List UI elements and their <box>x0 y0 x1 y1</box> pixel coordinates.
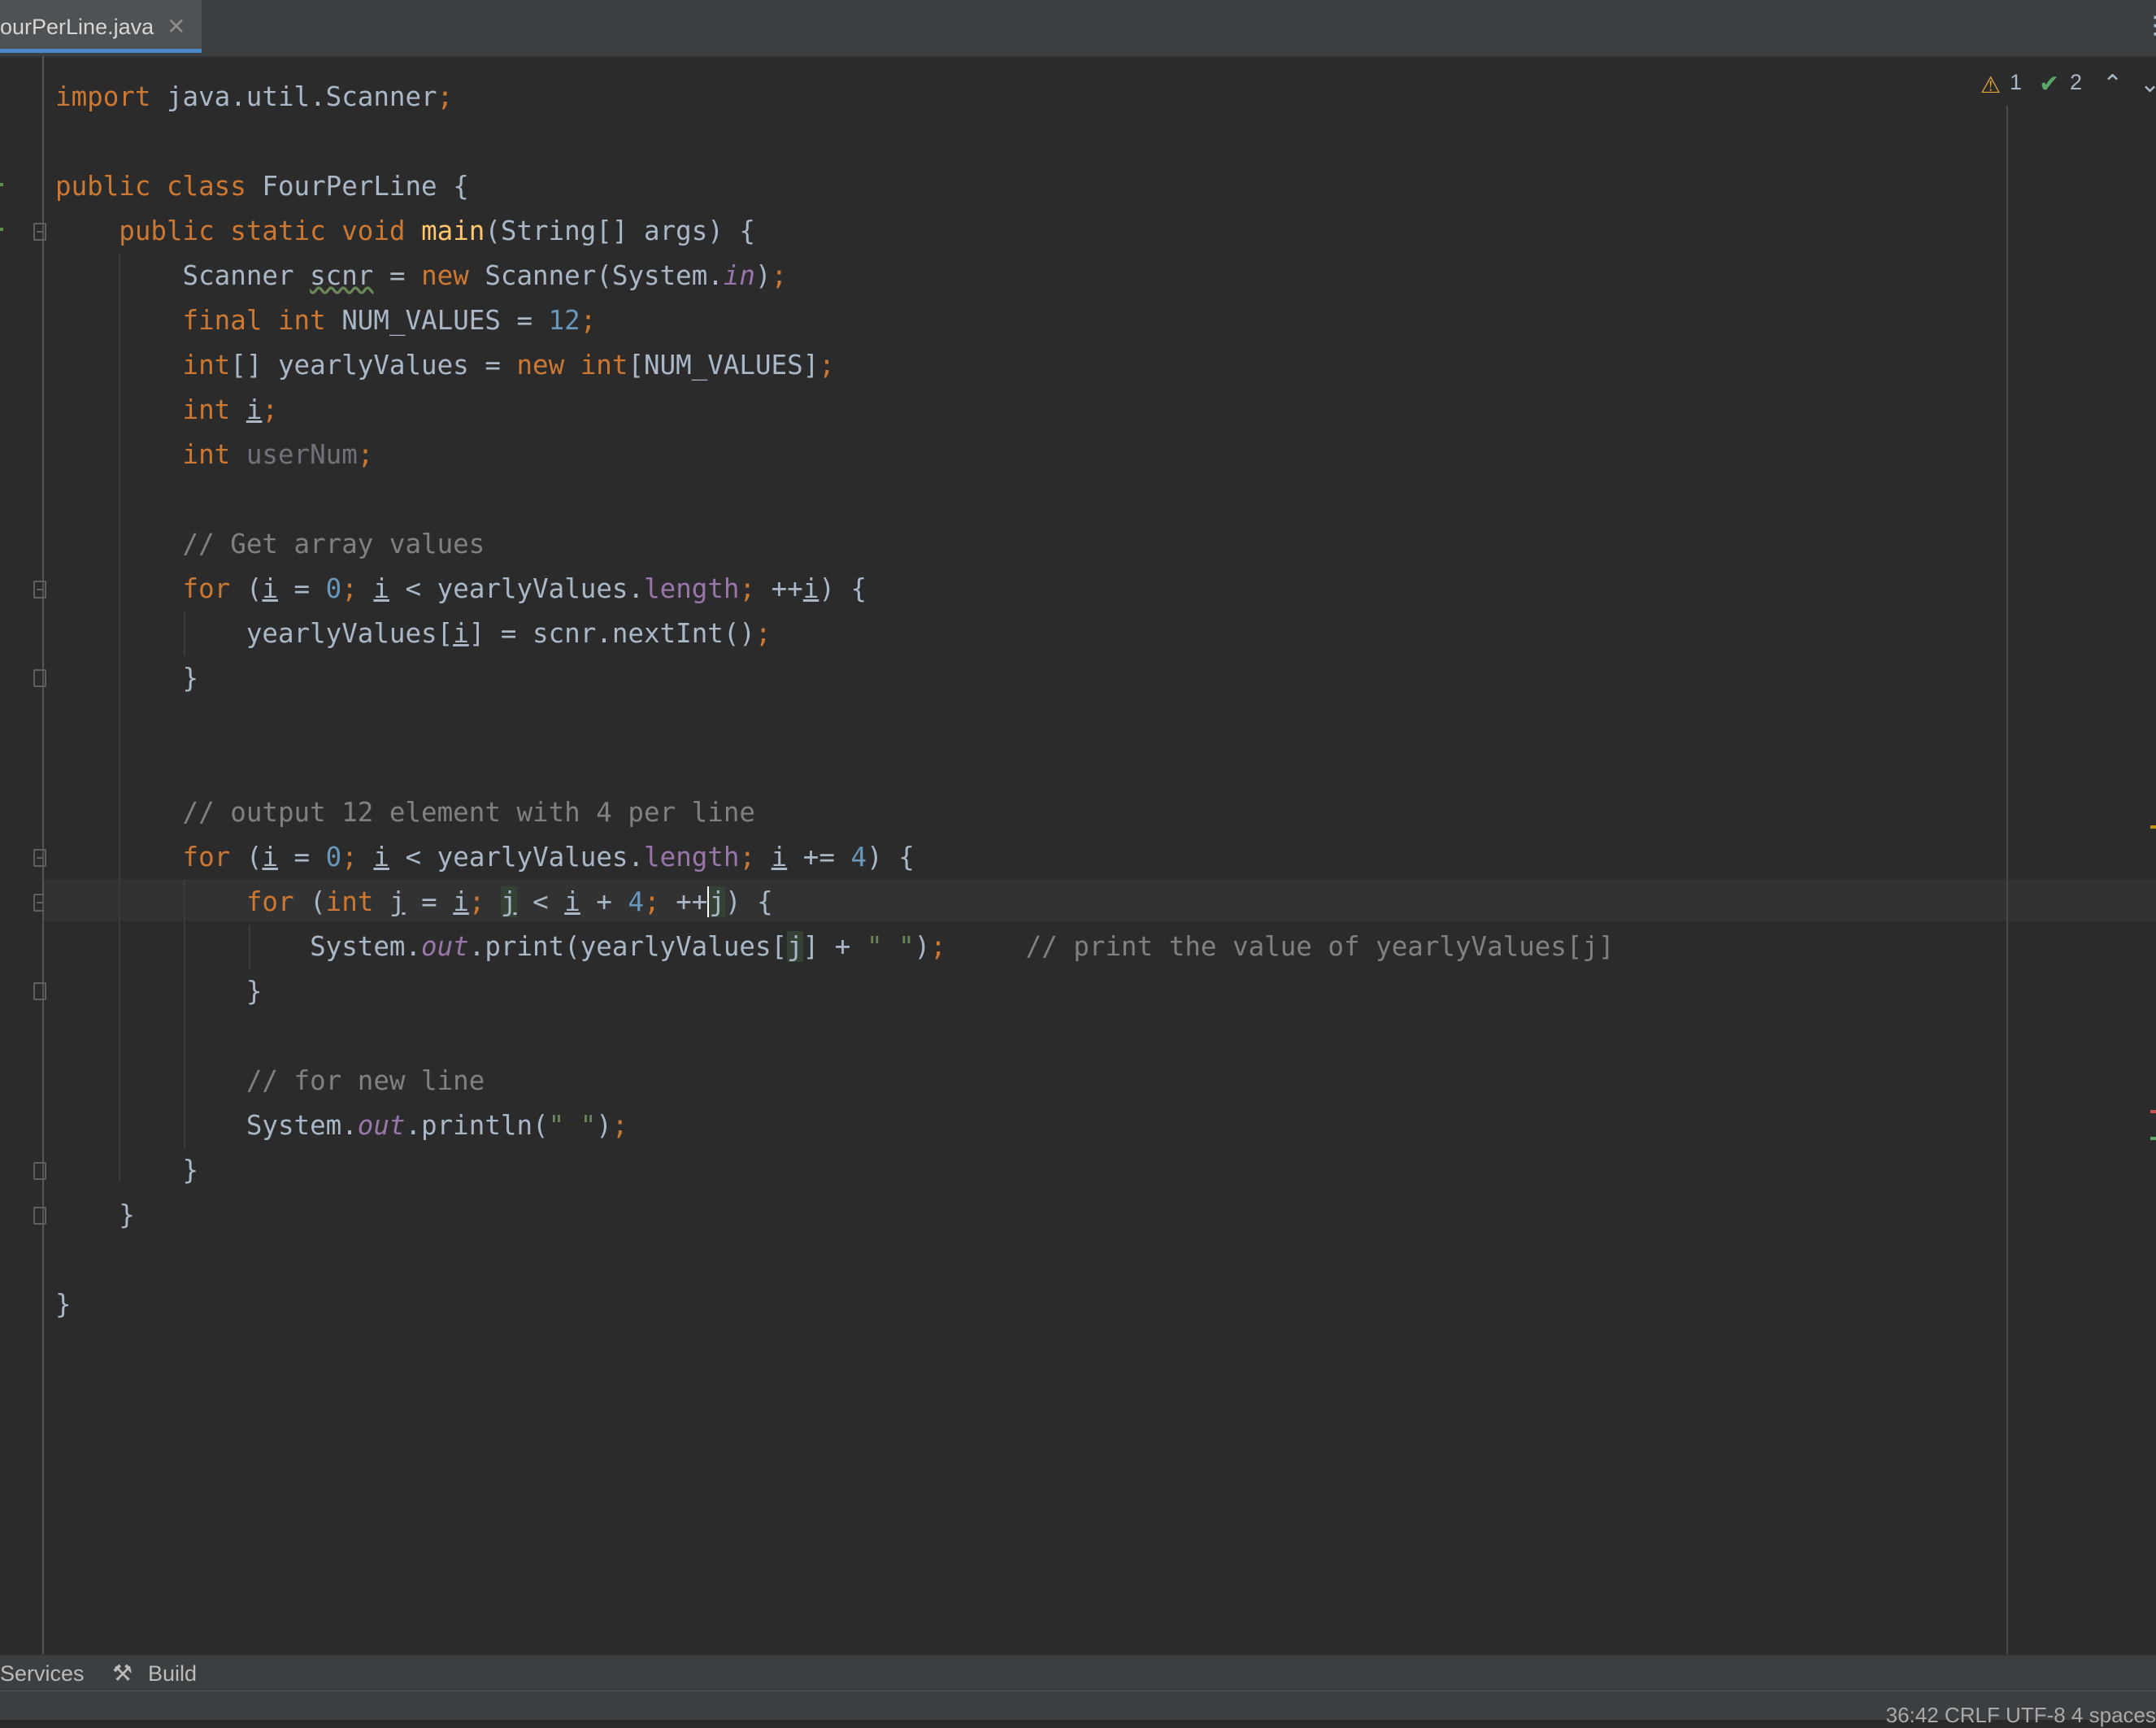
fold-icon[interactable] <box>33 581 46 598</box>
code-line-4: public static void main(String[] args) { <box>119 215 755 246</box>
fold-end-icon[interactable] <box>33 1207 46 1225</box>
hammer-icon: ⚒ <box>112 1660 133 1687</box>
warning-count[interactable]: 1 <box>2010 70 2022 102</box>
code-line-21: } <box>246 976 263 1007</box>
code-line-23: // for new line <box>246 1065 485 1096</box>
change-marker <box>0 183 3 186</box>
code-line-18: for (i = 0; i < yearlyValues.length; i +… <box>182 842 915 873</box>
code-line-13: yearlyValues[i] = scnr.nextInt(); <box>246 618 772 649</box>
weak-warning-icon[interactable]: ✔ <box>2039 70 2059 98</box>
fold-icon[interactable] <box>33 849 46 867</box>
code-line-3: public class FourPerLine { <box>55 171 469 202</box>
code-line-25: } <box>182 1155 199 1186</box>
code-line-26: } <box>119 1199 135 1230</box>
ok-stripe-mark[interactable] <box>2150 1137 2156 1140</box>
code-line-9: int userNum; <box>182 439 374 470</box>
text-caret: j <box>707 886 725 917</box>
code-line-11: // Get array values <box>182 529 485 559</box>
status-bar: 36:42 CRLF UTF-8 4 spaces <box>0 1691 2156 1727</box>
close-icon[interactable]: ✕ <box>167 13 185 40</box>
tool-window-bar: Services ⚒ Build <box>0 1654 2156 1691</box>
editor-tab-fourperline[interactable]: ourPerLine.java ✕ <box>0 0 202 53</box>
code-line-24: System.out.println(" "); <box>246 1110 628 1141</box>
services-tool-button[interactable]: Services <box>0 1661 85 1687</box>
chevron-down-icon[interactable]: ⌄ <box>2140 70 2156 98</box>
code-editor[interactable]: import java.util.Scanner; public class F… <box>55 75 1615 1327</box>
code-line-5: Scanner scnr = new Scanner(System.in); <box>182 260 788 291</box>
warning-icon[interactable]: ⚠ <box>1980 72 2001 98</box>
warning-stripe-mark[interactable] <box>2150 825 2156 829</box>
code-line-28: } <box>55 1289 72 1320</box>
status-text[interactable]: 36:42 CRLF UTF-8 4 spaces <box>1886 1703 2156 1728</box>
code-line-12: for (i = 0; i < yearlyValues.length; ++i… <box>182 573 867 604</box>
code-line-17: // output 12 element with 4 per line <box>182 797 755 828</box>
build-tool-button[interactable]: Build <box>148 1661 197 1687</box>
more-tabs-icon[interactable]: ⋮ <box>2143 11 2156 40</box>
code-line-20: System.out.print(yearlyValues[j] + " ");… <box>310 931 1615 962</box>
code-line-1: import java.util.Scanner; <box>55 81 454 112</box>
tab-label: ourPerLine.java <box>0 15 154 39</box>
right-margin-guide <box>2006 106 2008 1654</box>
weak-warning-count[interactable]: 2 <box>2070 70 2082 102</box>
code-line-8: int i; <box>182 394 278 425</box>
fold-end-icon[interactable] <box>33 669 46 687</box>
editor-tab-bar: ourPerLine.java ✕ ⋮ <box>0 0 2156 58</box>
chevron-up-icon[interactable]: ⌃ <box>2102 70 2123 98</box>
fold-end-icon[interactable] <box>33 982 46 1000</box>
code-line-7: int[] yearlyValues = new int[NUM_VALUES]… <box>182 350 835 381</box>
error-stripe-mark[interactable] <box>2150 1110 2156 1113</box>
code-line-6: final int NUM_VALUES = 12; <box>182 305 597 336</box>
change-marker <box>0 228 3 231</box>
fold-icon[interactable] <box>33 223 46 241</box>
code-line-14: } <box>182 663 199 694</box>
fold-end-icon[interactable] <box>33 1162 46 1180</box>
code-line-19: for (int j = i; j < i + 4; ++j) { <box>246 886 773 917</box>
